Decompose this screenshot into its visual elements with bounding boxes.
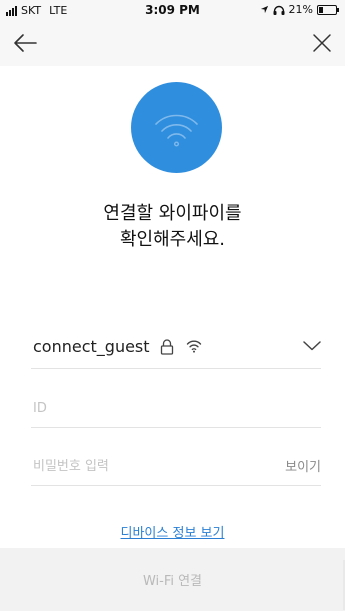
network-ssid: connect_guest	[33, 337, 150, 356]
wifi-connect-button[interactable]: Wi-Fi 연결	[0, 548, 345, 611]
nav-bar	[0, 20, 345, 66]
lock-icon	[160, 339, 174, 355]
location-arrow-icon	[260, 5, 268, 14]
arrow-left-icon[interactable]	[12, 32, 38, 54]
title-line-2: 확인해주세요.	[119, 229, 226, 250]
status-right: 21%	[260, 3, 339, 16]
wifi-icon	[155, 114, 198, 147]
wifi-signal-icon	[186, 340, 202, 353]
id-field-row	[31, 388, 321, 428]
password-field-row: 보이기	[31, 446, 321, 486]
close-icon[interactable]	[311, 32, 333, 54]
network-selector[interactable]: connect_guest	[31, 325, 321, 369]
battery-percent: 21%	[288, 3, 313, 16]
wifi-hero-circle	[131, 82, 222, 173]
battery-icon	[317, 4, 339, 15]
id-input[interactable]	[33, 396, 253, 420]
bottom-action-bar: Wi-Fi 연결	[0, 548, 345, 611]
password-input[interactable]	[33, 454, 253, 478]
page-title: 연결할 와이파이를 확인해주세요.	[0, 201, 345, 253]
headphones-icon	[273, 5, 285, 15]
status-bar: SKT LTE 3:09 PM 21%	[0, 0, 345, 20]
device-info-link[interactable]: 디바이스 정보 보기	[0, 522, 345, 541]
wifi-connect-screen: SKT LTE 3:09 PM 21% 연결할 와이파이를 확인해주세요. co…	[0, 0, 345, 611]
chevron-down-icon[interactable]	[303, 341, 321, 351]
title-line-1: 연결할 와이파이를	[103, 203, 242, 224]
show-password-button[interactable]: 보이기	[285, 456, 321, 475]
